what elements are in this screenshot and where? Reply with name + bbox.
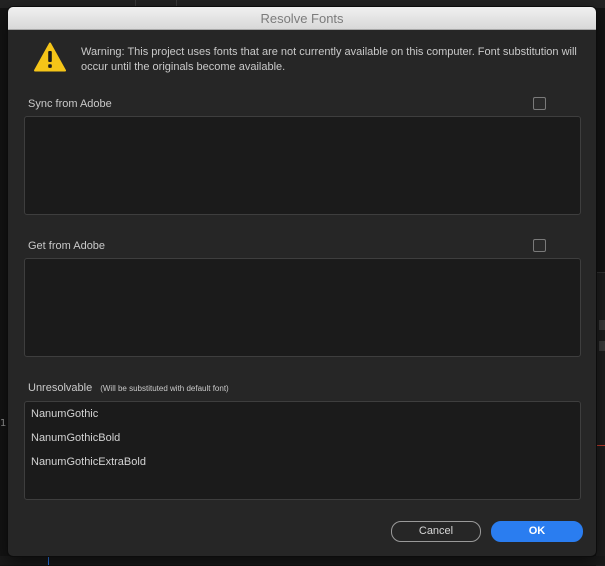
get-from-adobe-label: Get from Adobe — [28, 240, 106, 252]
background-marker — [48, 556, 49, 565]
ok-button[interactable]: OK — [491, 521, 583, 542]
unresolvable-title: Unresolvable — [28, 382, 93, 394]
sync-from-adobe-checkbox[interactable] — [533, 97, 546, 110]
unresolvable-note: (Will be substituted with default font) — [100, 384, 229, 393]
background-handle — [599, 341, 605, 351]
title-bar[interactable]: Resolve Fonts — [8, 7, 596, 30]
sync-from-adobe-label: Sync from Adobe — [28, 98, 112, 110]
resolve-fonts-dialog: Resolve Fonts Warning: This project uses… — [8, 7, 596, 556]
sync-from-adobe-list[interactable] — [24, 116, 581, 215]
background-text-fragment: 10 — [0, 418, 13, 429]
warning-message: Warning: This project uses fonts that ar… — [81, 46, 577, 73]
warning-icon — [34, 42, 66, 72]
get-from-adobe-list[interactable] — [24, 258, 581, 357]
unresolvable-label: Unresolvable (Will be substituted with de… — [28, 382, 229, 394]
font-list-item[interactable]: NanumGothicExtraBold — [31, 456, 146, 468]
dialog-title: Resolve Fonts — [260, 11, 344, 26]
background-timeline — [0, 556, 605, 565]
font-list-item[interactable]: NanumGothic — [31, 408, 98, 420]
get-from-adobe-checkbox[interactable] — [533, 239, 546, 252]
background-playhead-line — [596, 445, 605, 446]
background-app-panel — [596, 272, 605, 566]
font-list-item[interactable]: NanumGothicBold — [31, 432, 120, 444]
unresolvable-font-list[interactable]: NanumGothic NanumGothicBold NanumGothicE… — [24, 401, 581, 500]
cancel-button[interactable]: Cancel — [391, 521, 481, 542]
background-handle — [599, 320, 605, 330]
